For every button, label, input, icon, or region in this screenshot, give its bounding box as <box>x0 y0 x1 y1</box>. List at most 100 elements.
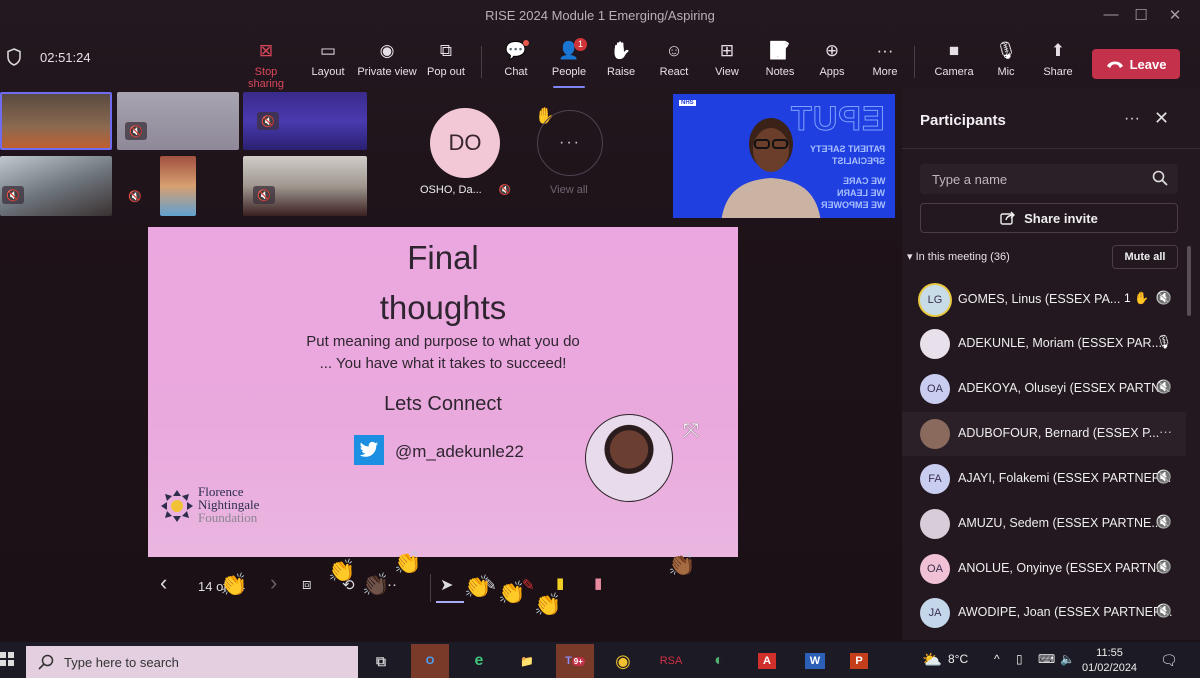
maximize-button[interactable]: ☐ <box>1126 6 1156 24</box>
chrome-app[interactable]: ◉ <box>604 644 642 678</box>
view-all-label[interactable]: View all <box>550 184 588 196</box>
network-icon[interactable]: ⌨ <box>1038 652 1055 666</box>
private-view-button[interactable]: ◉ Private view <box>357 40 417 78</box>
layout-button[interactable]: ▭ Layout <box>298 40 358 78</box>
camera-label: Camera <box>934 66 974 78</box>
panel-close-button[interactable]: ✕ <box>1154 108 1169 129</box>
word-app[interactable]: W <box>796 644 834 678</box>
camera-button[interactable]: ■ Camera <box>924 40 984 78</box>
people-button[interactable]: 👤 1 People <box>539 38 599 88</box>
highlighter-icon[interactable]: ▮ <box>556 574 564 592</box>
mute-all-button[interactable]: Mute all <box>1112 245 1178 269</box>
participant-row[interactable]: ADUBOFOUR, Bernard (ESSEX P... ··· <box>902 412 1186 456</box>
view-button[interactable]: ⊞ View <box>697 40 757 78</box>
usb-icon[interactable]: ▯ <box>1016 652 1023 666</box>
mic-icon[interactable]: 🎙 <box>1155 334 1172 350</box>
participant-name: ANOLUE, Onyinye (ESSEX PARTN... <box>958 561 1167 575</box>
participant-row[interactable]: OA ADEKOYA, Oluseyi (ESSEX PARTN... 🔇 <box>902 367 1186 411</box>
mic-off-icon[interactable]: 🔇 <box>1156 514 1172 530</box>
participant-row[interactable]: OA ANOLUE, Onyinye (ESSEX PARTN... 🔇 <box>902 547 1186 591</box>
participants-title: Participants <box>920 112 1006 129</box>
share-invite-button[interactable]: Share invite <box>920 203 1178 233</box>
notifications-icon[interactable]: 🗨 <box>1160 652 1178 669</box>
participants-scrollbar[interactable] <box>1187 246 1191 316</box>
private-view-label: Private view <box>357 66 417 78</box>
laser-pointer-icon[interactable]: ➤ <box>440 575 453 595</box>
chat-button[interactable]: 💬 Chat <box>486 40 546 78</box>
slide-text-line2: ... You have what it takes to succeed! <box>319 355 567 372</box>
participant-row[interactable]: FA AJAYI, Folakemi (ESSEX PARTNER... 🔇 <box>902 457 1186 501</box>
file-explorer-app[interactable]: 📁 <box>508 644 546 678</box>
eraser-icon[interactable]: ▮ <box>594 574 602 592</box>
logo-line: Foundation <box>198 510 258 525</box>
taskbar-search[interactable]: Type here to search <box>26 646 358 678</box>
video-tile[interactable] <box>160 156 196 216</box>
mic-button[interactable]: 🎙 Mic <box>976 40 1036 78</box>
teams-app[interactable]: T 9+ <box>556 644 594 678</box>
participant-avatar-large[interactable]: DO <box>430 108 500 178</box>
participant-name: GOMES, Linus (ESSEX PA... <box>958 292 1121 306</box>
rsa-app[interactable]: RSA <box>652 644 690 678</box>
close-window-button[interactable]: ✕ <box>1160 6 1190 24</box>
chat-unread-dot <box>523 40 529 46</box>
florence-nightingale-logo-text: Florence Nightingale Foundation <box>198 485 259 524</box>
chat-label: Chat <box>504 66 528 78</box>
taskbar-clock[interactable]: 11:55 01/02/2024 <box>1082 646 1137 676</box>
mic-off-icon[interactable]: 🔇 <box>1156 469 1172 485</box>
in-meeting-section-toggle[interactable]: ▾ In this meeting (36) <box>907 250 1010 263</box>
stop-sharing-button[interactable]: ⊠ Stop sharing <box>236 40 296 90</box>
apps-button[interactable]: ⊕ Apps <box>802 40 862 78</box>
acrobat-app[interactable]: A <box>748 644 786 678</box>
windows-start-icon[interactable] <box>0 652 14 666</box>
search-icon[interactable] <box>1152 170 1168 186</box>
window-title: RISE 2024 Module 1 Emerging/Aspiring <box>485 8 715 23</box>
edge-app[interactable]: e <box>460 644 498 678</box>
more-button[interactable]: ··· More <box>855 40 915 78</box>
notes-button[interactable]: 📝 Notes <box>750 40 810 78</box>
apps-label: Apps <box>819 66 845 78</box>
more-options-icon[interactable]: ··· <box>1159 424 1172 439</box>
citrix-app[interactable]: ◐ <box>700 644 738 678</box>
slide-title-line2: thoughts <box>379 289 507 326</box>
task-view-button[interactable]: ⧉ <box>362 644 400 678</box>
video-tile[interactable]: 🔇 <box>0 156 112 216</box>
view-all-button[interactable]: ··· <box>537 110 603 176</box>
raise-hand-button[interactable]: ✋ Raise <box>591 40 651 78</box>
mic-off-icon[interactable]: 🔇 <box>1156 559 1172 575</box>
participant-search-input[interactable] <box>920 164 1140 194</box>
panel-more-button[interactable]: ··· <box>1124 110 1140 128</box>
outlook-app[interactable]: O <box>411 644 449 678</box>
more-icon: ··· <box>876 41 894 60</box>
previous-slide-button[interactable]: ‹ <box>160 570 167 596</box>
weather-temperature[interactable]: 8°C <box>948 652 968 666</box>
twitter-handle: @m_adekunle22 <box>395 442 524 461</box>
in-meeting-count: In this meeting (36) <box>915 251 1010 263</box>
clap-reaction-icon: 👏🏿 <box>362 572 390 597</box>
participant-row[interactable]: AMUZU, Sedem (ESSEX PARTNE... 🔇 <box>902 502 1186 546</box>
mic-off-icon[interactable]: 🔇 <box>1156 290 1172 306</box>
show-hidden-icons-button[interactable]: ^ <box>994 652 1000 666</box>
powerpoint-app[interactable]: P <box>840 644 878 678</box>
mic-off-icon[interactable]: 🔇 <box>1156 603 1172 619</box>
video-tile[interactable]: 🔇 <box>117 92 239 150</box>
next-slide-button[interactable]: › <box>270 570 277 596</box>
leave-button[interactable]: Leave <box>1092 49 1180 79</box>
video-tile-active-speaker[interactable] <box>0 92 112 150</box>
participant-row[interactable]: LG GOMES, Linus (ESSEX PA... 1 ✋ 🔇 <box>902 278 1186 322</box>
weather-icon[interactable]: ⛅ <box>922 650 942 670</box>
pop-out-button[interactable]: ⧉ Pop out <box>416 40 476 78</box>
hand-icon: ✋ <box>610 41 632 60</box>
video-tile[interactable]: 🔇 <box>243 92 367 150</box>
minimize-button[interactable]: — <box>1096 6 1126 23</box>
presenter-video-tile[interactable]: NHS EPUT PATIENT SAFETY SPECIALIST WE CA… <box>673 94 895 218</box>
participant-avatar: LG <box>920 285 950 315</box>
participant-row[interactable]: JA AWODIPE, Joan (ESSEX PARTNER... 🔇 <box>902 591 1186 635</box>
teams-icon: T <box>565 655 572 667</box>
react-button[interactable]: ☺ React <box>644 40 704 78</box>
share-button[interactable]: ⬆ Share <box>1028 40 1088 78</box>
mic-off-icon[interactable]: 🔇 <box>1156 379 1172 395</box>
participant-row[interactable]: ADEKUNLE, Moriam (ESSEX PAR... 🎙 <box>902 322 1186 366</box>
video-tile[interactable]: 🔇 <box>243 156 367 216</box>
volume-icon[interactable]: 🔈 <box>1060 652 1075 666</box>
presenter-view-icon[interactable]: ⧈ <box>302 576 312 593</box>
